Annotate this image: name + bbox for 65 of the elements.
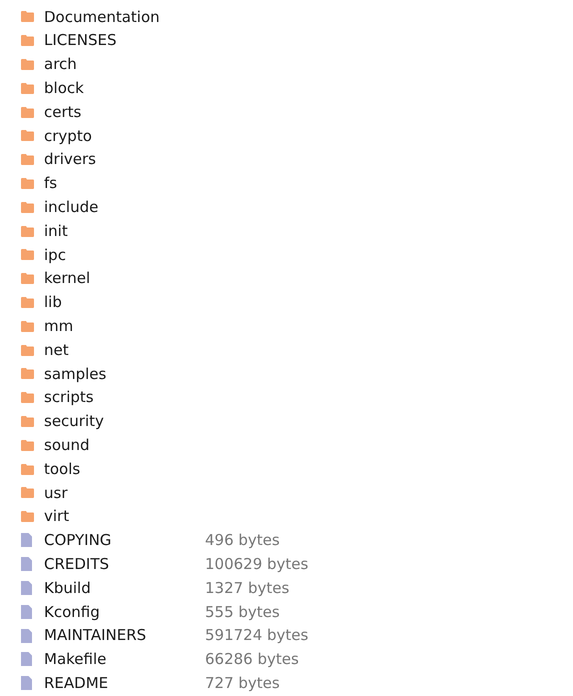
folder-icon xyxy=(21,296,34,308)
folder-icon xyxy=(21,58,34,70)
folder-icon xyxy=(21,440,34,451)
folder-name[interactable]: fs xyxy=(44,172,205,195)
folder-icon xyxy=(21,226,34,237)
folder-icon xyxy=(21,130,34,142)
folder-icon xyxy=(21,178,34,189)
folder-name[interactable]: security xyxy=(44,410,205,433)
file-size: 591724 bytes xyxy=(205,625,308,646)
file-name[interactable]: MAINTAINERS xyxy=(44,624,205,647)
file-size: 555 bytes xyxy=(205,602,280,623)
folder-name[interactable]: lib xyxy=(44,291,205,314)
folder-icon xyxy=(21,249,34,260)
folder-icon xyxy=(21,154,34,166)
folder-icon xyxy=(21,487,34,498)
file-name[interactable]: Kconfig xyxy=(44,600,205,624)
folder-icon xyxy=(21,320,34,332)
folder-name[interactable]: net xyxy=(44,338,205,362)
file-icon xyxy=(21,581,32,596)
file-name[interactable]: CREDITS xyxy=(44,552,205,576)
folder-name[interactable]: mm xyxy=(44,315,205,338)
file-name[interactable]: COPYING xyxy=(44,529,205,552)
folder-name[interactable]: ipc xyxy=(44,244,205,266)
folder-name[interactable]: block xyxy=(44,77,205,100)
file-size: 727 bytes xyxy=(205,672,280,694)
folder-icon xyxy=(21,273,34,284)
folder-icon xyxy=(21,35,34,46)
folder-name[interactable]: virt xyxy=(44,505,205,528)
folder-icon xyxy=(21,202,34,213)
folder-name[interactable]: init xyxy=(44,220,205,242)
file-name[interactable]: Makefile xyxy=(44,648,205,671)
folder-icon xyxy=(21,11,34,22)
file-icon xyxy=(21,533,32,548)
file-name[interactable]: Kbuild xyxy=(44,576,205,600)
folder-name[interactable]: samples xyxy=(44,362,205,386)
folder-name[interactable]: kernel xyxy=(44,267,205,290)
file-icon xyxy=(21,557,32,572)
folder-name[interactable]: certs xyxy=(44,100,205,124)
folder-name[interactable]: Documentation xyxy=(44,6,205,28)
file-icon xyxy=(21,676,32,690)
file-size: 1327 bytes xyxy=(205,578,290,599)
folder-icon xyxy=(21,344,34,356)
folder-name[interactable]: include xyxy=(44,196,205,219)
folder-name[interactable]: tools xyxy=(44,458,205,480)
folder-icon xyxy=(21,82,34,94)
folder-icon xyxy=(21,511,34,522)
folder-name[interactable]: usr xyxy=(44,482,205,504)
folder-name[interactable]: scripts xyxy=(44,386,205,409)
folder-name[interactable]: sound xyxy=(44,434,205,456)
folder-icon xyxy=(21,106,34,118)
folder-name[interactable]: drivers xyxy=(44,148,205,171)
folder-name[interactable]: crypto xyxy=(44,124,205,148)
file-size: 496 bytes xyxy=(205,530,280,552)
folder-icon xyxy=(21,464,34,475)
folder-icon xyxy=(21,368,34,380)
file-name[interactable]: README xyxy=(44,672,205,694)
file-size: 100629 bytes xyxy=(205,554,308,575)
folder-name[interactable]: LICENSES xyxy=(44,29,205,52)
folder-icon xyxy=(21,392,34,404)
file-size: 66286 bytes xyxy=(205,649,299,670)
file-icon xyxy=(21,652,32,666)
folder-icon xyxy=(21,416,34,427)
file-icon xyxy=(21,628,32,643)
file-icon xyxy=(21,604,32,619)
folder-name[interactable]: arch xyxy=(44,53,205,76)
